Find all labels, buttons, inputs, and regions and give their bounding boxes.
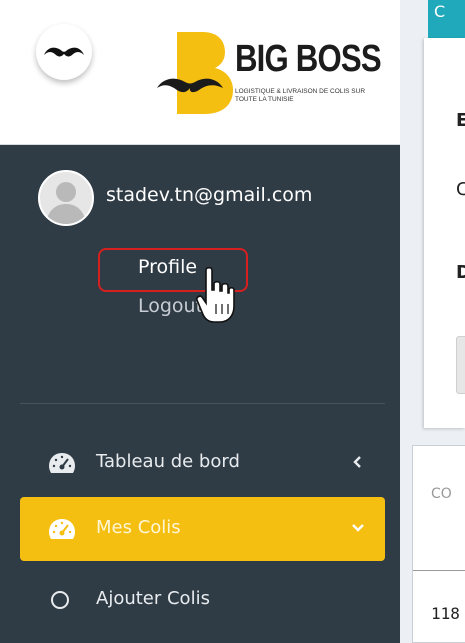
box-header-title: C — [434, 2, 446, 21]
mustache-badge[interactable] — [36, 24, 92, 80]
brand-logo: BIG BOSS LOGISTIQUE & LIVRAISON DE COLIS… — [155, 30, 382, 115]
card-row-label: E — [456, 110, 465, 131]
card-row-label: C — [456, 179, 465, 200]
table-header-cell: CO — [431, 486, 452, 502]
info-card: E C D — [424, 38, 465, 428]
main-content: C E C D CO 118 — [400, 0, 465, 643]
avatar[interactable] — [38, 170, 94, 226]
dashboard-icon — [49, 453, 75, 473]
sidebar-item-mes-colis[interactable]: Mes Colis — [20, 497, 385, 561]
chevron-down-icon — [352, 524, 364, 532]
user-silhouette-icon — [46, 182, 86, 224]
sidebar-item-label: Ajouter Colis — [96, 588, 210, 609]
mustache-icon — [44, 47, 84, 57]
circle-icon — [51, 591, 69, 609]
brand-name: BIG BOSS — [235, 38, 382, 80]
logo-b-icon — [157, 32, 233, 114]
dashboard-icon — [49, 519, 75, 539]
hand-cursor-icon — [196, 266, 235, 323]
logout-link[interactable]: Logout — [138, 295, 203, 317]
sidebar-divider — [20, 403, 385, 404]
brand-header: BIG BOSS LOGISTIQUE & LIVRAISON DE COLIS… — [0, 0, 400, 145]
sidebar-item-label: Mes Colis — [96, 517, 181, 538]
brand-tagline: LOGISTIQUE & LIVRAISON DE COLIS SUR TOUT… — [235, 88, 366, 103]
chevron-left-icon — [353, 456, 361, 468]
table-cell: 118 — [431, 604, 460, 623]
profile-link[interactable]: Profile — [138, 256, 197, 278]
card-button[interactable] — [456, 336, 465, 394]
colis-table: CO 118 — [412, 445, 465, 643]
sidebar-item-ajouter-colis[interactable]: Ajouter Colis — [20, 572, 385, 628]
sidebar: BIG BOSS LOGISTIQUE & LIVRAISON DE COLIS… — [0, 0, 400, 643]
table-header-divider — [413, 570, 465, 571]
sidebar-item-label: Tableau de bord — [96, 451, 240, 472]
user-email: stadev.tn@gmail.com — [106, 184, 313, 206]
sidebar-item-tableau-de-bord[interactable]: Tableau de bord — [20, 435, 385, 491]
box-header: C — [428, 0, 465, 38]
card-row-label: D — [456, 262, 465, 283]
